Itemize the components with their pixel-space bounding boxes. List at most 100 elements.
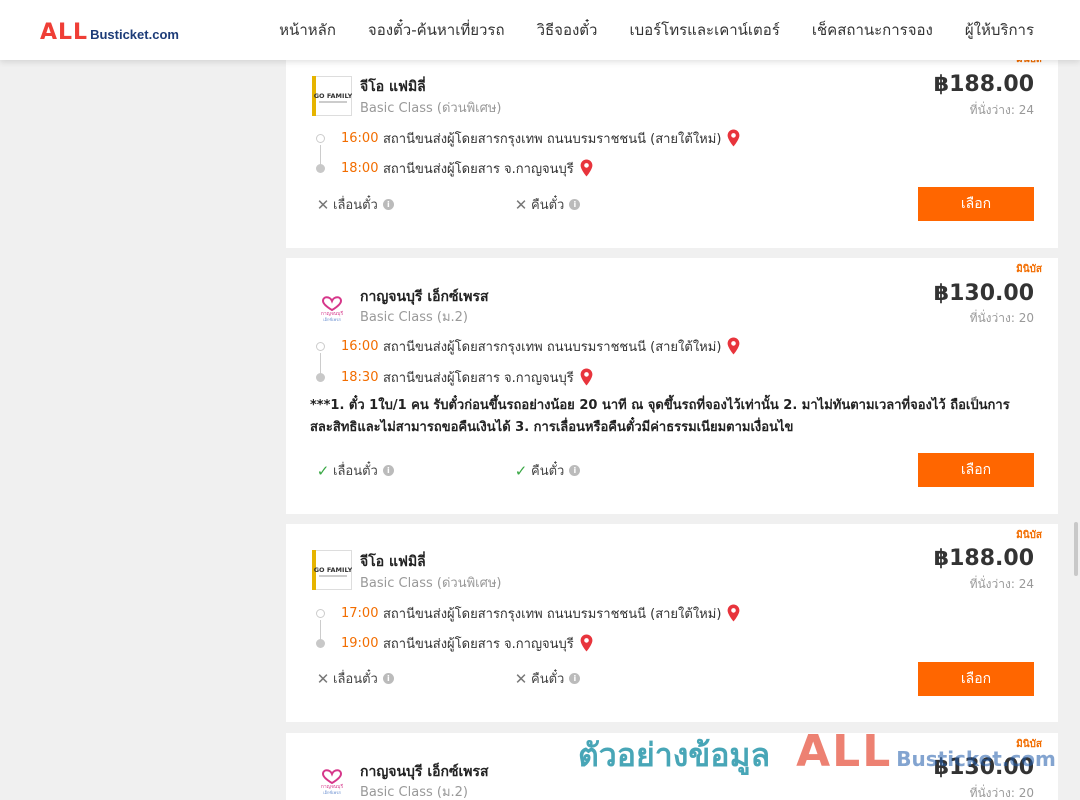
nav-home[interactable]: หน้าหลัก — [279, 18, 336, 42]
info-icon[interactable]: i — [569, 199, 581, 210]
departure-dot — [316, 133, 325, 143]
reschedule-policy: ✕ เลื่อนตั๋ว i — [316, 668, 394, 689]
departure-station: สถานีขนส่งผู้โดยสารกรุงเทพ ถนนบรมราชชนนี… — [383, 606, 722, 622]
pin-icon[interactable] — [727, 129, 740, 147]
trip-card: มินิบัส กาญจนบุรี เอ็กซ์เพรส กาญจนบุรี เอ… — [286, 258, 1058, 514]
arrival-dot — [316, 163, 325, 173]
bus-class: Basic Class (ม.2) — [360, 310, 468, 325]
departure-stop: 17:00 สถานีขนส่งผู้โดยสารกรุงเทพ ถนนบรมร… — [316, 603, 740, 623]
arrival-dot — [316, 638, 325, 648]
bus-type-tag: มินิบัส — [1016, 530, 1042, 541]
departure-dot — [316, 341, 325, 351]
info-icon[interactable]: i — [382, 673, 394, 684]
nav-check-booking[interactable]: เช็คสถานะการจอง — [812, 18, 933, 42]
fare-price: ฿188.00 — [933, 72, 1034, 97]
departure-time: 17:00 — [341, 605, 379, 621]
seats-available: ที่นั่งว่าง: 20 — [969, 311, 1034, 325]
svg-text:GO FAMILY: GO FAMILY — [314, 566, 352, 574]
seats-available: ที่นั่งว่าง: 20 — [969, 786, 1034, 800]
site-header: ALL Busticket.com หน้าหลัก จองตั๋ว-ค้นหา… — [0, 0, 1080, 60]
info-icon[interactable]: i — [569, 465, 581, 476]
scrollbar-thumb[interactable] — [1074, 522, 1078, 576]
logo-busticket-text: Busticket.com — [90, 27, 179, 42]
svg-text:เอ็กซ์เพรส: เอ็กซ์เพรส — [323, 316, 341, 322]
x-icon: ✕ — [514, 669, 528, 688]
select-trip-button[interactable]: เลือก — [918, 187, 1034, 221]
trip-card: มินิบัส กาญจนบุรี เอ็กซ์เพรส กาญจนบุรี เอ… — [286, 733, 1058, 800]
arrival-stop: 18:30 สถานีขนส่งผู้โดยสาร จ.กาญจนบุรี — [316, 367, 593, 387]
nav-operators[interactable]: ผู้ให้บริการ — [965, 18, 1034, 42]
arrival-stop: 19:00 สถานีขนส่งผู้โดยสาร จ.กาญจนบุรี — [316, 633, 593, 653]
trip-conditions-note: ***1. ตั๋ว 1ใบ/1 คน รับตั๋วก่อนขึ้นรถอย่… — [310, 398, 1010, 435]
reschedule-label: เลื่อนตั๋ว — [333, 464, 378, 479]
info-icon[interactable]: i — [569, 673, 581, 684]
refund-policy: ✕ คืนตั๋ว i — [514, 194, 581, 215]
departure-station: สถานีขนส่งผู้โดยสารกรุงเทพ ถนนบรมราชชนนี… — [383, 339, 722, 355]
arrival-station: สถานีขนส่งผู้โดยสาร จ.กาญจนบุรี — [383, 636, 574, 652]
kanchanaburi-express-logo: กาญจนบุรี เอ็กซ์เพรส — [312, 757, 352, 797]
arrival-station: สถานีขนส่งผู้โดยสาร จ.กาญจนบุรี — [383, 370, 574, 386]
select-trip-button[interactable]: เลือก — [918, 662, 1034, 696]
bus-class: Basic Class (ด่วนพิเศษ) — [360, 101, 502, 116]
seats-available: ที่นั่งว่าง: 24 — [969, 577, 1034, 591]
departure-dot — [316, 608, 325, 618]
departure-time: 16:00 — [341, 130, 379, 146]
go-family-logo: GO FAMILY — [312, 550, 353, 590]
trip-card: มินิบัส GO FAMILY จีโอ แฟมิลี่ Basic Cla… — [286, 524, 1058, 722]
svg-text:GO FAMILY: GO FAMILY — [314, 92, 352, 100]
nav-book-search[interactable]: จองตั๋ว-ค้นหาเที่ยวรถ — [368, 18, 505, 42]
reschedule-policy: ✕ เลื่อนตั๋ว i — [316, 194, 394, 215]
departure-stop: 16:00 สถานีขนส่งผู้โดยสารกรุงเทพ ถนนบรมร… — [316, 336, 740, 356]
refund-label: คืนตั๋ว — [531, 464, 565, 479]
nav-contact-counters[interactable]: เบอร์โทรและเคาน์เตอร์ — [629, 18, 779, 42]
reschedule-label: เลื่อนตั๋ว — [333, 672, 378, 687]
svg-text:กาญจนบุรี: กาญจนบุรี — [321, 310, 344, 317]
arrival-dot — [316, 372, 325, 382]
bus-class: Basic Class (ม.2) — [360, 785, 468, 800]
operator-name: จีโอ แฟมิลี่ — [360, 554, 426, 570]
trip-card: มินิบัส GO FAMILY จีโอ แฟมิลี่ Basic Cla… — [286, 40, 1058, 248]
pin-icon[interactable] — [580, 159, 593, 177]
arrival-time: 19:00 — [341, 635, 379, 651]
check-icon: ✓ — [316, 461, 330, 480]
refund-label: คืนตั๋ว — [531, 672, 565, 687]
arrival-time: 18:30 — [341, 369, 379, 385]
x-icon: ✕ — [514, 195, 528, 214]
pin-icon[interactable] — [727, 337, 740, 355]
svg-text:กาญจนบุรี: กาญจนบุรี — [321, 783, 344, 790]
operator-name: จีโอ แฟมิลี่ — [360, 79, 426, 95]
reschedule-policy: ✓ เลื่อนตั๋ว i — [316, 460, 394, 481]
kanchanaburi-express-logo: กาญจนบุรี เอ็กซ์เพรส — [312, 284, 352, 324]
departure-time: 16:00 — [341, 338, 379, 354]
refund-policy: ✓ คืนตั๋ว i — [514, 460, 581, 481]
reschedule-label: เลื่อนตั๋ว — [333, 198, 378, 213]
bus-class: Basic Class (ด่วนพิเศษ) — [360, 576, 502, 591]
pin-icon[interactable] — [580, 368, 593, 386]
logo-all-text: ALL — [40, 20, 89, 45]
select-trip-button[interactable]: เลือก — [918, 453, 1034, 487]
arrival-stop: 18:00 สถานีขนส่งผู้โดยสาร จ.กาญจนบุรี — [316, 158, 593, 178]
fare-price: ฿130.00 — [933, 755, 1034, 780]
arrival-time: 18:00 — [341, 160, 379, 176]
fare-price: ฿130.00 — [933, 281, 1034, 306]
svg-text:เอ็กซ์เพรส: เอ็กซ์เพรส — [323, 789, 341, 795]
info-icon[interactable]: i — [382, 199, 394, 210]
x-icon: ✕ — [316, 195, 330, 214]
pin-icon[interactable] — [580, 634, 593, 652]
operator-name: กาญจนบุรี เอ็กซ์เพรส — [360, 289, 489, 305]
site-logo[interactable]: ALL Busticket.com — [40, 20, 179, 45]
bus-type-tag: มินิบัส — [1016, 264, 1042, 275]
pin-icon[interactable] — [727, 604, 740, 622]
nav-how-to-book[interactable]: วิธีจองตั๋ว — [537, 18, 598, 42]
x-icon: ✕ — [316, 669, 330, 688]
bus-type-tag: มินิบัส — [1016, 739, 1042, 750]
fare-price: ฿188.00 — [933, 546, 1034, 571]
arrival-station: สถานีขนส่งผู้โดยสาร จ.กาญจนบุรี — [383, 161, 574, 177]
operator-name: กาญจนบุรี เอ็กซ์เพรส — [360, 764, 489, 780]
check-icon: ✓ — [514, 461, 528, 480]
refund-label: คืนตั๋ว — [531, 198, 565, 213]
info-icon[interactable]: i — [382, 465, 394, 476]
refund-policy: ✕ คืนตั๋ว i — [514, 668, 581, 689]
go-family-logo: GO FAMILY — [312, 76, 353, 116]
main-nav: หน้าหลัก จองตั๋ว-ค้นหาเที่ยวรถ วิธีจองตั… — [247, 0, 1034, 60]
